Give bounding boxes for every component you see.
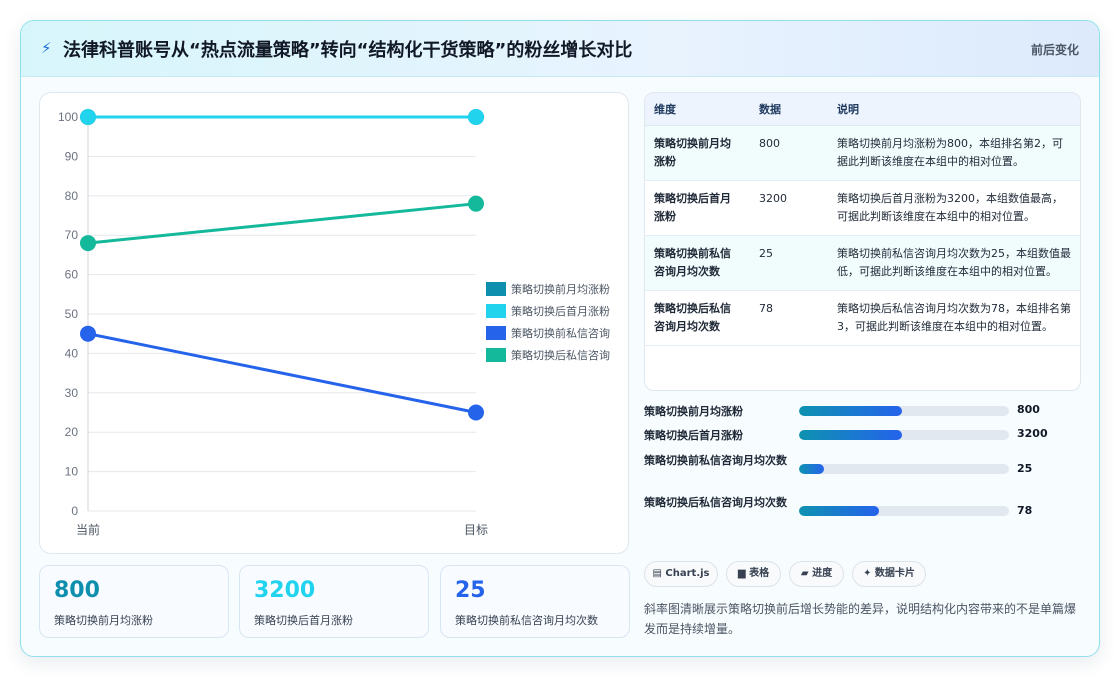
legend-swatch — [486, 348, 506, 362]
table-cell-dimension: 策略切换前月均涨粉 — [645, 125, 750, 181]
data-table: 维度 数据 说明 策略切换前月均涨粉 800 策略切换前月均涨粉为800，本组排… — [645, 93, 1080, 346]
progress-value: 3200 — [1017, 427, 1048, 440]
table-cell-description: 策略切换前私信咨询月均次数为25，本组数值最低，可据此判断该维度在本组中的相对位… — [828, 235, 1080, 291]
table-row: 策略切换前月均涨粉 800 策略切换前月均涨粉为800，本组排名第2，可据此判断… — [645, 125, 1080, 181]
table-header-row: 维度 数据 说明 — [645, 93, 1080, 126]
stat-value: 3200 — [254, 578, 316, 603]
legend-swatch — [486, 282, 506, 296]
slope-chart-panel: 0 10 20 30 40 50 60 70 80 90 100 当前 目标 策略切换前月均涨粉 策略切换后… — [39, 92, 629, 554]
table-row: 策略切换后私信咨询月均次数 78 策略切换后私信咨询月均次数为78，本组排名第3… — [645, 290, 1080, 346]
y-tick-label: 70 — [65, 228, 79, 242]
data-point — [80, 235, 96, 252]
table-cell-value: 25 — [750, 235, 828, 291]
progress-fill — [799, 430, 902, 440]
header-tag: 前后变化 — [1030, 43, 1079, 57]
legend-swatch — [486, 304, 506, 318]
table-cell-description: 策略切换后首月涨粉为3200，本组数值最高，可据此判断该维度在本组中的相对位置。 — [828, 180, 1080, 236]
table-header-cell: 数据 — [750, 93, 828, 126]
legend-label: 策略切换前私信咨询 — [511, 326, 610, 340]
stat-card-1: 3200 策略切换后首月涨粉 — [239, 565, 429, 638]
legend-label: 策略切换前月均涨粉 — [511, 282, 610, 296]
table-header-cell: 维度 — [645, 93, 750, 126]
y-tick-label: 20 — [65, 425, 79, 439]
progress-value: 78 — [1017, 504, 1033, 517]
table-row: 策略切换前私信咨询月均次数 25 策略切换前私信咨询月均次数为25，本组数值最低… — [645, 235, 1080, 291]
progress-track — [799, 464, 1009, 474]
progress-label: 策略切换前私信咨询月均次数 — [644, 454, 787, 467]
data-point — [80, 325, 96, 342]
data-point — [80, 109, 96, 125]
data-table-panel: 维度 数据 说明 策略切换前月均涨粉 800 策略切换前月均涨粉为800，本组排… — [644, 92, 1081, 391]
progress-track — [799, 506, 1009, 516]
stat-label: 策略切换前私信咨询月均次数 — [455, 614, 598, 627]
table-cell-value: 3200 — [750, 180, 828, 236]
progress-value: 800 — [1017, 403, 1040, 416]
legend-swatch — [486, 326, 506, 340]
chip-data-card[interactable]: ✦ 数据卡片 — [852, 561, 926, 587]
legend-label: 策略切换后首月涨粉 — [511, 304, 610, 318]
chip-table[interactable]: ▆ 表格 — [726, 561, 781, 587]
table-cell-dimension: 策略切换后私信咨询月均次数 — [645, 290, 750, 346]
y-tick-label: 100 — [58, 110, 78, 124]
data-point — [468, 404, 484, 421]
progress-fill — [799, 464, 825, 474]
y-tick-label: 0 — [71, 504, 78, 518]
stat-card-0: 800 策略切换前月均涨粉 — [39, 565, 229, 638]
data-point — [468, 195, 484, 212]
summary-note: 斜率图清晰展示策略切换前后增长势能的差异，说明结构化内容带来的不是单篇爆发而是持… — [644, 602, 1077, 636]
progress-track — [799, 406, 1009, 416]
header-bar: ⚡ 法律科普账号从“热点流量策略”转向“结构化干货策略”的粉丝增长对比 前后变化 — [21, 21, 1099, 77]
chip-progress[interactable]: ▰ 进度 — [789, 561, 844, 587]
table-cell-dimension: 策略切换后首月涨粉 — [645, 180, 750, 236]
y-tick-label: 60 — [65, 268, 79, 282]
progress-label: 策略切换后私信咨询月均次数 — [644, 496, 787, 509]
table-cell-value: 800 — [750, 125, 828, 181]
progress-fill — [799, 506, 879, 516]
progress-track — [799, 430, 1009, 440]
y-tick-label: 40 — [65, 346, 79, 360]
chip-chartjs[interactable]: ▤ Chart.js — [644, 561, 718, 587]
progress-value: 25 — [1017, 462, 1033, 475]
table-cell-description: 策略切换后私信咨询月均次数为78，本组排名第3，可据此判断该维度在本组中的相对位… — [828, 290, 1080, 346]
stat-value: 25 — [455, 578, 486, 603]
stat-label: 策略切换前月均涨粉 — [54, 614, 153, 627]
y-tick-label: 10 — [65, 465, 79, 479]
stat-label: 策略切换后首月涨粉 — [254, 614, 353, 627]
page-title: 法律科普账号从“热点流量策略”转向“结构化干货策略”的粉丝增长对比 — [63, 40, 633, 61]
x-tick-label: 目标 — [464, 523, 488, 537]
progress-label: 策略切换后首月涨粉 — [644, 429, 743, 442]
x-tick-label: 当前 — [76, 522, 100, 537]
stat-value: 800 — [54, 578, 100, 603]
y-tick-label: 80 — [65, 189, 79, 203]
progress-fill — [799, 406, 902, 416]
table-row: 策略切换后首月涨粉 3200 策略切换后首月涨粉为3200，本组数值最高，可据此… — [645, 180, 1080, 236]
table-cell-value: 78 — [750, 290, 828, 346]
table-header-cell: 说明 — [828, 93, 1080, 126]
stat-card-2: 25 策略切换前私信咨询月均次数 — [440, 565, 630, 638]
y-tick-label: 50 — [65, 307, 79, 321]
data-point — [468, 109, 484, 125]
progress-label: 策略切换前月均涨粉 — [644, 405, 743, 418]
series-line — [87, 332, 477, 414]
table-cell-dimension: 策略切换前私信咨询月均次数 — [645, 235, 750, 291]
y-tick-label: 90 — [65, 149, 79, 163]
slope-chart: 0 10 20 30 40 50 60 70 80 90 100 当前 目标 策略切换前月均涨粉策略切换后… — [58, 109, 610, 537]
y-tick-label: 30 — [65, 386, 79, 400]
lightning-icon: ⚡ — [41, 39, 52, 57]
table-cell-description: 策略切换前月均涨粉为800，本组排名第2，可据此判断该维度在本组中的相对位置。 — [828, 125, 1080, 181]
series-line — [87, 202, 477, 245]
legend-label: 策略切换后私信咨询 — [511, 348, 610, 362]
